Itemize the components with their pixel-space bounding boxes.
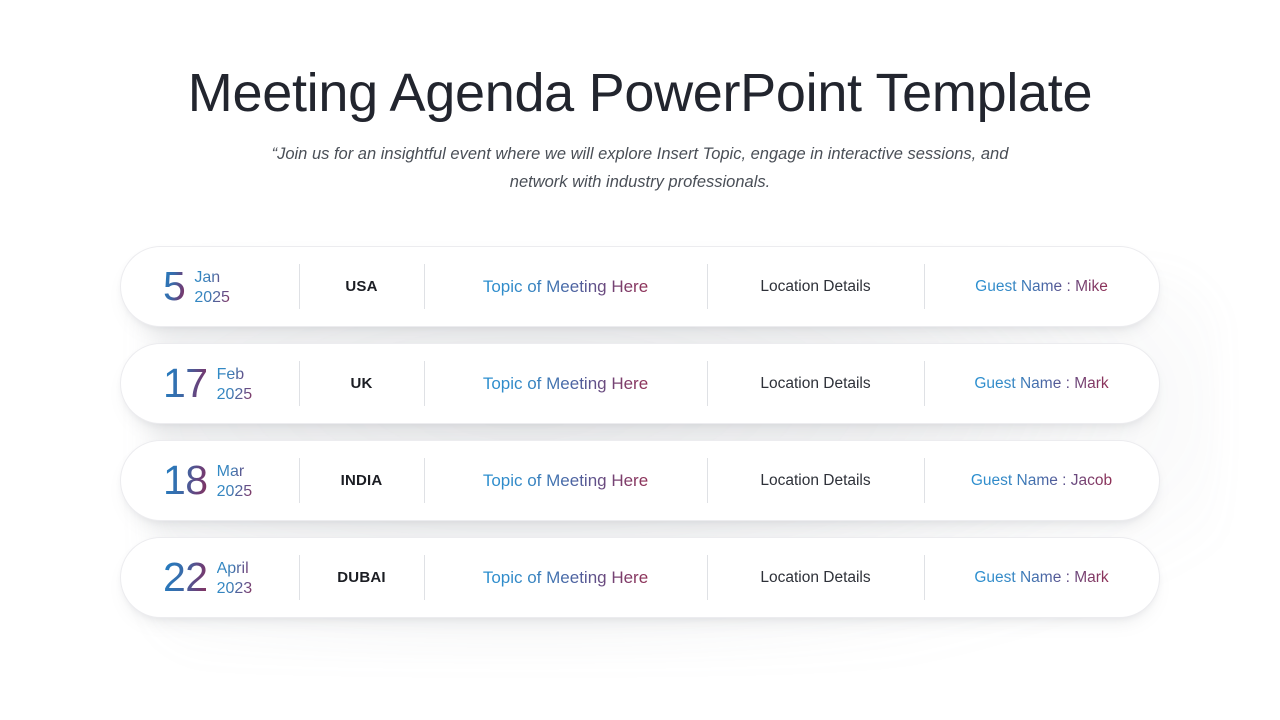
country-label: USA bbox=[345, 278, 378, 295]
date-year: 2025 bbox=[216, 482, 253, 500]
date-day: 22 bbox=[163, 554, 208, 600]
date-day: 18 bbox=[163, 457, 208, 503]
location-cell: Location Details bbox=[707, 247, 924, 326]
date-year: 2025 bbox=[216, 385, 253, 403]
topic-cell: Topic of Meeting Here bbox=[424, 247, 707, 326]
location-label: Location Details bbox=[760, 374, 871, 392]
date-cell: 5 Jan 2025 bbox=[121, 247, 299, 326]
guest-cell: Guest Name : Mike bbox=[924, 247, 1159, 326]
country-label: DUBAI bbox=[337, 569, 386, 586]
location-cell: Location Details bbox=[707, 344, 924, 423]
page-title: Meeting Agenda PowerPoint Template bbox=[187, 63, 1093, 123]
guest-label: Guest Name : Jacob bbox=[970, 471, 1113, 489]
agenda-row[interactable]: 17 Feb 2025 UK Topic of Meeting Here Loc… bbox=[120, 343, 1160, 424]
agenda-list: 5 Jan 2025 USA Topic of Meeting Here Loc… bbox=[120, 246, 1160, 618]
country-cell: USA bbox=[299, 247, 424, 326]
country-label: UK bbox=[350, 375, 373, 392]
date-month: Mar bbox=[217, 462, 253, 482]
location-label: Location Details bbox=[760, 277, 871, 295]
date-year: 2025 bbox=[194, 288, 230, 306]
country-cell: DUBAI bbox=[299, 538, 424, 617]
agenda-row[interactable]: 22 April 2023 DUBAI Topic of Meeting Her… bbox=[120, 537, 1160, 618]
date-cell: 18 Mar 2025 bbox=[121, 441, 299, 520]
topic-label: Topic of Meeting Here bbox=[482, 470, 649, 490]
topic-label: Topic of Meeting Here bbox=[482, 373, 649, 393]
guest-label: Guest Name : Mark bbox=[974, 568, 1109, 586]
guest-cell: Guest Name : Mark bbox=[924, 344, 1159, 423]
date-wrap: 17 Feb 2025 bbox=[163, 363, 252, 404]
date-wrap: 5 Jan 2025 bbox=[163, 266, 230, 307]
date-month-year: April 2023 bbox=[217, 557, 253, 598]
guest-cell: Guest Name : Mark bbox=[924, 538, 1159, 617]
slide-header: Meeting Agenda PowerPoint Template “Join… bbox=[0, 0, 1280, 196]
date-day: 5 bbox=[163, 263, 186, 309]
date-month: Jan bbox=[194, 268, 230, 288]
location-label: Location Details bbox=[760, 568, 871, 586]
agenda-row[interactable]: 5 Jan 2025 USA Topic of Meeting Here Loc… bbox=[120, 246, 1160, 327]
date-month-year: Jan 2025 bbox=[194, 266, 230, 307]
date-month: April bbox=[217, 559, 253, 579]
location-cell: Location Details bbox=[707, 538, 924, 617]
topic-cell: Topic of Meeting Here bbox=[424, 344, 707, 423]
date-wrap: 18 Mar 2025 bbox=[163, 460, 252, 501]
date-cell: 17 Feb 2025 bbox=[121, 344, 299, 423]
topic-cell: Topic of Meeting Here bbox=[424, 441, 707, 520]
location-cell: Location Details bbox=[707, 441, 924, 520]
guest-label: Guest Name : Mark bbox=[974, 374, 1109, 392]
date-month-year: Feb 2025 bbox=[217, 363, 253, 404]
topic-cell: Topic of Meeting Here bbox=[424, 538, 707, 617]
country-cell: INDIA bbox=[299, 441, 424, 520]
date-year: 2023 bbox=[216, 579, 253, 597]
agenda-row[interactable]: 18 Mar 2025 INDIA Topic of Meeting Here … bbox=[120, 440, 1160, 521]
topic-label: Topic of Meeting Here bbox=[482, 567, 649, 587]
date-cell: 22 April 2023 bbox=[121, 538, 299, 617]
guest-label: Guest Name : Mike bbox=[975, 277, 1108, 295]
location-label: Location Details bbox=[760, 471, 871, 489]
date-wrap: 22 April 2023 bbox=[163, 557, 252, 598]
country-label: INDIA bbox=[340, 472, 383, 489]
country-cell: UK bbox=[299, 344, 424, 423]
page-subtitle: “Join us for an insightful event where w… bbox=[271, 144, 1009, 192]
date-month-year: Mar 2025 bbox=[217, 460, 253, 501]
guest-cell: Guest Name : Jacob bbox=[924, 441, 1159, 520]
date-month: Feb bbox=[217, 365, 253, 385]
date-day: 17 bbox=[163, 360, 208, 406]
topic-label: Topic of Meeting Here bbox=[482, 276, 649, 296]
